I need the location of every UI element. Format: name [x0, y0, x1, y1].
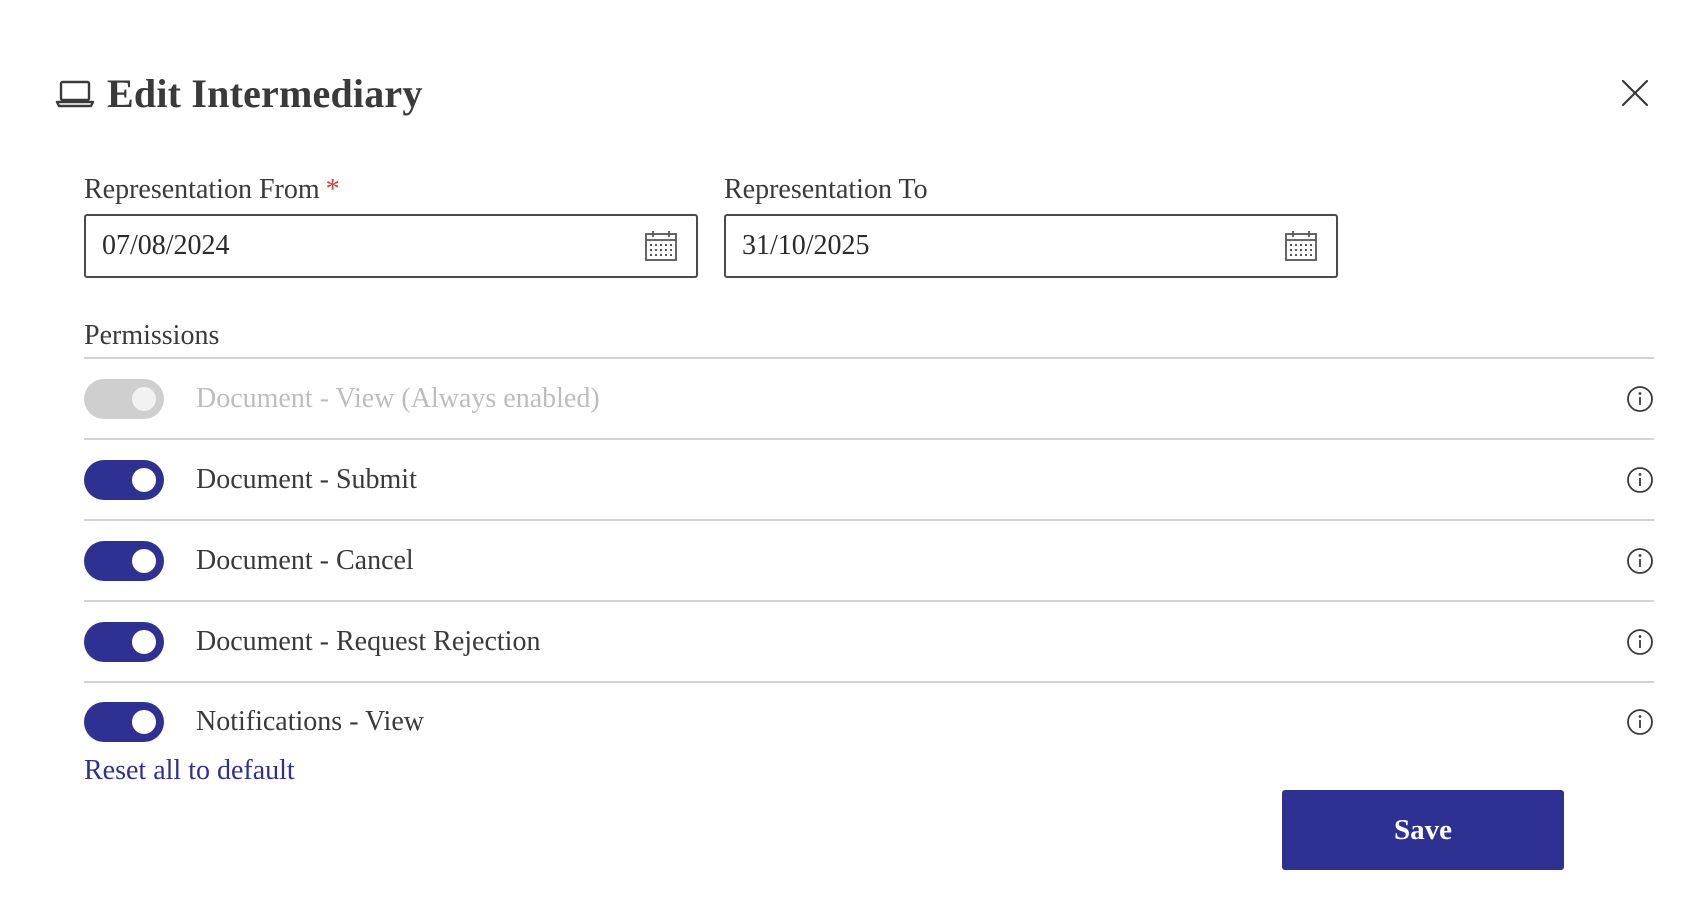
reset-all-link[interactable]: Reset all to default	[84, 755, 295, 787]
permission-toggle	[84, 378, 164, 419]
dialog-header: Edit Intermediary	[55, 70, 423, 117]
representation-from-label: Representation From	[84, 174, 320, 205]
info-icon[interactable]	[1626, 628, 1654, 656]
toggle-knob	[132, 548, 156, 573]
representation-from-input[interactable]: 07/08/2024	[84, 214, 698, 278]
permission-toggle[interactable]	[84, 540, 164, 581]
permission-label: Document - Submit	[196, 463, 417, 495]
permission-label: Notifications - View	[196, 705, 424, 737]
toggle-knob	[132, 709, 156, 734]
representation-to-input[interactable]: 31/10/2025	[724, 214, 1338, 278]
save-button[interactable]: Save	[1282, 790, 1564, 870]
calendar-icon[interactable]	[1284, 230, 1318, 262]
permission-label: Document - Cancel	[196, 544, 414, 576]
representation-from-value: 07/08/2024	[102, 230, 230, 261]
representation-to-value: 31/10/2025	[742, 230, 870, 261]
info-icon[interactable]	[1626, 547, 1654, 575]
dialog-title: Edit Intermediary	[107, 71, 423, 116]
permission-toggle[interactable]	[84, 621, 164, 662]
info-icon[interactable]	[1626, 466, 1654, 494]
representation-to-field: Representation To 31/10/2025	[724, 172, 1338, 278]
toggle-knob	[132, 629, 156, 654]
laptop-icon	[55, 80, 95, 107]
permission-toggle[interactable]	[84, 459, 164, 500]
permission-row: Document - View (Always enabled)	[84, 357, 1654, 438]
edit-intermediary-dialog: Edit Intermediary Representation From * 0…	[0, 0, 1688, 906]
close-button[interactable]	[1620, 78, 1650, 108]
permission-toggle[interactable]	[84, 701, 164, 742]
close-icon	[1621, 79, 1649, 107]
representation-from-field: Representation From * 07/08/2024	[84, 172, 698, 278]
permission-row: Document - Cancel	[84, 519, 1654, 600]
toggle-knob	[132, 467, 156, 492]
permission-row: Notifications - View	[84, 681, 1654, 760]
info-icon[interactable]	[1626, 708, 1654, 736]
permission-label: Document - View (Always enabled)	[196, 382, 600, 414]
permission-row: Document - Submit	[84, 438, 1654, 519]
permissions-heading: Permissions	[84, 320, 220, 351]
info-icon[interactable]	[1626, 385, 1654, 413]
permission-row: Document - Request Rejection	[84, 600, 1654, 681]
permissions-list: Document - View (Always enabled) Documen…	[84, 357, 1654, 760]
representation-from-label-wrap: Representation From *	[84, 172, 698, 208]
required-marker: *	[325, 174, 340, 205]
calendar-icon[interactable]	[644, 230, 678, 262]
representation-to-label: Representation To	[724, 174, 928, 205]
toggle-knob	[132, 386, 156, 411]
permission-label: Document - Request Rejection	[196, 625, 541, 657]
